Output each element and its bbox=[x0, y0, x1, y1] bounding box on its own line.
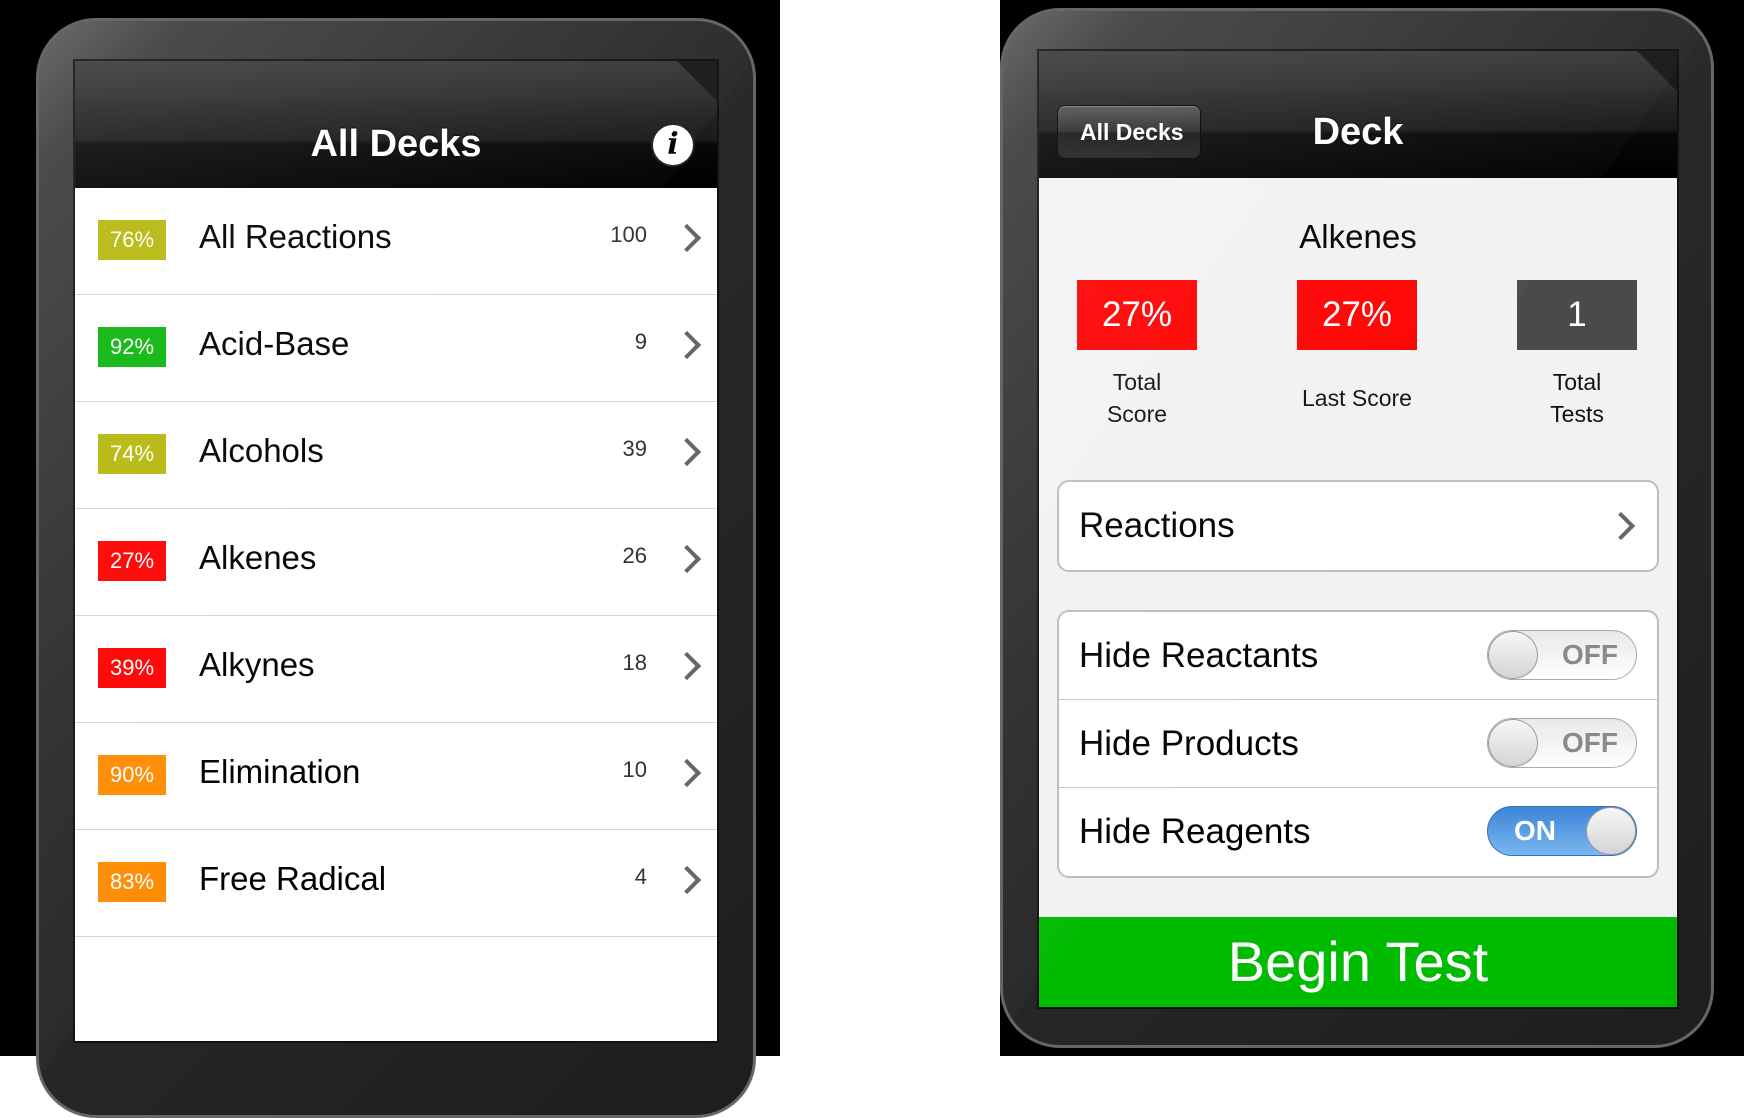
card-count: 39 bbox=[622, 436, 647, 461]
chevron-right-icon bbox=[672, 651, 702, 681]
chevron-right-icon bbox=[672, 544, 702, 574]
deck-row-alkynes[interactable]: 39% Alkynes 18 bbox=[75, 616, 717, 723]
hide-products-label: Hide Products bbox=[1079, 724, 1299, 763]
chevron-right-icon bbox=[672, 330, 702, 360]
deck-row-all-reactions[interactable]: 76% All Reactions 100 bbox=[75, 188, 717, 295]
toggle-knob bbox=[1488, 631, 1538, 679]
deck-name: Free Radical bbox=[199, 860, 387, 897]
score-badge: 27% bbox=[98, 541, 166, 581]
navigation-bar: All Decks i bbox=[75, 101, 717, 188]
total-tests-value: 1 bbox=[1517, 280, 1637, 350]
label-line: Total bbox=[1552, 369, 1602, 395]
status-bar bbox=[75, 61, 717, 102]
reactions-label: Reactions bbox=[1079, 506, 1235, 545]
score-badge: 76% bbox=[98, 220, 166, 260]
chevron-right-icon bbox=[672, 437, 702, 467]
chevron-right-icon bbox=[672, 865, 702, 895]
chevron-right-icon bbox=[672, 758, 702, 788]
hide-products-toggle[interactable]: OFF bbox=[1487, 718, 1637, 768]
card-count: 26 bbox=[622, 543, 647, 568]
card-count: 10 bbox=[622, 757, 647, 782]
reactions-row[interactable]: Reactions bbox=[1059, 482, 1657, 570]
status-bar bbox=[1039, 51, 1677, 92]
total-score-label: Total Score bbox=[1077, 366, 1197, 430]
deck-row-alcohols[interactable]: 74% Alcohols 39 bbox=[75, 402, 717, 509]
total-tests-stat: 1 Total Tests bbox=[1517, 280, 1637, 430]
score-badge: 74% bbox=[98, 434, 166, 474]
last-score-stat: 27% Last Score bbox=[1297, 280, 1417, 414]
total-score-value: 27% bbox=[1077, 280, 1197, 350]
page-title: Deck bbox=[1312, 111, 1404, 153]
deck-row-acid-base[interactable]: 92% Acid-Base 9 bbox=[75, 295, 717, 402]
info-icon[interactable]: i bbox=[653, 125, 693, 165]
label-line: Tests bbox=[1550, 401, 1604, 427]
label-line: Score bbox=[1106, 401, 1168, 427]
deck-name-heading: Alkenes bbox=[1299, 218, 1417, 255]
right-device-frame: All Decks Deck Alkenes 27% Total Score 2… bbox=[1000, 8, 1714, 1048]
deck-name: Alkynes bbox=[199, 646, 315, 683]
score-badge: 39% bbox=[98, 648, 166, 688]
toggle-state: OFF bbox=[1562, 639, 1618, 670]
total-score-stat: 27% Total Score bbox=[1077, 280, 1197, 430]
toggle-state: ON bbox=[1514, 815, 1556, 846]
score-badge: 83% bbox=[98, 862, 166, 902]
hide-reagents-toggle[interactable]: ON bbox=[1487, 806, 1637, 856]
reactions-group: Reactions bbox=[1057, 480, 1659, 572]
options-group: Hide Reactants OFF Hide Products OFF Hid… bbox=[1057, 610, 1659, 878]
hide-reactants-toggle[interactable]: OFF bbox=[1487, 630, 1637, 680]
begin-test-button[interactable]: Begin Test bbox=[1039, 917, 1677, 1007]
score-badge: 92% bbox=[98, 327, 166, 367]
deck-detail-screen: All Decks Deck Alkenes 27% Total Score 2… bbox=[1037, 49, 1679, 1009]
deck-name: Elimination bbox=[199, 753, 361, 790]
deck-detail-body: Alkenes 27% Total Score 27% Last Score 1… bbox=[1039, 178, 1677, 1007]
card-count: 100 bbox=[610, 222, 647, 247]
card-count: 18 bbox=[622, 650, 647, 675]
label-line: Total bbox=[1112, 369, 1162, 395]
hide-products-row: Hide Products OFF bbox=[1059, 700, 1657, 788]
deck-list: 76% All Reactions 100 92% Acid-Base 9 74… bbox=[75, 188, 717, 1041]
toggle-state: OFF bbox=[1562, 727, 1618, 758]
card-count: 9 bbox=[634, 329, 647, 354]
left-device-frame: All Decks i 76% All Reactions 100 92% Ac… bbox=[36, 18, 756, 1118]
hide-reagents-label: Hide Reagents bbox=[1079, 812, 1311, 851]
deck-row-free-radical[interactable]: 83% Free Radical 4 bbox=[75, 830, 717, 937]
toggle-knob bbox=[1488, 719, 1538, 767]
deck-name: Alkenes bbox=[199, 539, 317, 576]
all-decks-screen: All Decks i 76% All Reactions 100 92% Ac… bbox=[73, 59, 719, 1043]
card-count: 4 bbox=[634, 864, 647, 889]
hide-reagents-row: Hide Reagents ON bbox=[1059, 788, 1657, 876]
total-tests-label: Total Tests bbox=[1517, 366, 1637, 430]
deck-name: Acid-Base bbox=[199, 325, 350, 362]
deck-row-alkenes[interactable]: 27% Alkenes 26 bbox=[75, 509, 717, 616]
deck-name: Alcohols bbox=[199, 432, 324, 469]
hide-reactants-label: Hide Reactants bbox=[1079, 636, 1319, 675]
score-badge: 90% bbox=[98, 755, 166, 795]
last-score-label: Last Score bbox=[1302, 385, 1412, 411]
deck-name: All Reactions bbox=[199, 218, 392, 255]
navigation-bar: All Decks Deck bbox=[1039, 91, 1677, 178]
chevron-right-icon bbox=[672, 223, 702, 253]
hide-reactants-row: Hide Reactants OFF bbox=[1059, 612, 1657, 700]
chevron-right-icon bbox=[1606, 511, 1636, 541]
last-score-value: 27% bbox=[1297, 280, 1417, 350]
deck-row-elimination[interactable]: 90% Elimination 10 bbox=[75, 723, 717, 830]
toggle-knob bbox=[1586, 807, 1636, 855]
page-title: All Decks bbox=[310, 123, 482, 165]
